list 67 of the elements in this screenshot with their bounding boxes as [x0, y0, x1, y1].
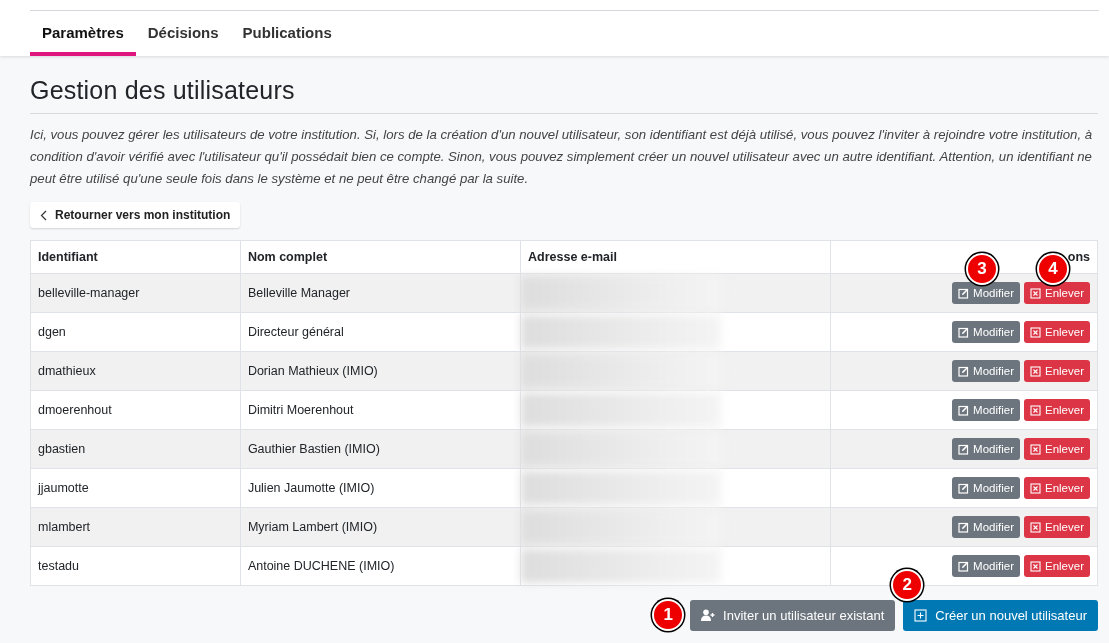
callout-badge: 1	[652, 599, 685, 631]
close-icon	[1030, 521, 1041, 533]
remove-button[interactable]: Enlever	[1024, 516, 1090, 538]
table-cell: belleville-manager	[38, 286, 140, 300]
edit-icon	[958, 404, 970, 416]
tab[interactable]: Décisions	[135, 11, 231, 56]
plus-square-icon	[914, 608, 928, 622]
table-cell: Julien Jaumotte (IMIO)	[247, 481, 375, 495]
table-cell: gbastien	[38, 442, 86, 456]
edit-button[interactable]: Modifier	[952, 516, 1020, 538]
edit-button[interactable]: Modifier	[952, 477, 1020, 499]
edit-button[interactable]: Modifier	[952, 438, 1020, 460]
remove-button[interactable]: Enlever	[1024, 438, 1090, 460]
edit-icon	[958, 560, 970, 572]
edit-button[interactable]: Modifier	[952, 282, 1020, 304]
add-user-icon	[701, 609, 716, 621]
column-header: Adresse e-mail	[528, 250, 617, 264]
table-cell: dmathieux	[38, 364, 96, 378]
remove-button[interactable]: Enlever	[1024, 399, 1090, 421]
edit-icon	[958, 482, 970, 494]
column-header: Identifiant	[38, 250, 98, 264]
close-icon	[1030, 326, 1041, 338]
edit-icon	[958, 326, 970, 338]
callout-badge: 3	[966, 253, 998, 285]
table-cell: testadu	[38, 559, 79, 573]
table-cell: dgen	[38, 325, 66, 339]
close-icon	[1030, 287, 1041, 299]
edit-icon	[958, 443, 970, 455]
remove-button[interactable]: Enlever	[1024, 321, 1090, 343]
table-cell: Belleville Manager	[247, 286, 350, 300]
tab[interactable]: Publications	[230, 11, 344, 56]
edit-button[interactable]: Modifier	[952, 360, 1020, 382]
remove-button[interactable]: Enlever	[1024, 282, 1090, 304]
table-cell: Myriam Lambert (IMIO)	[247, 520, 378, 534]
close-icon	[1030, 482, 1041, 494]
edit-button[interactable]: Modifier	[952, 555, 1020, 577]
edit-button[interactable]: Modifier	[952, 399, 1020, 421]
table-cell: Dorian Mathieux (IMIO)	[247, 364, 378, 378]
table-cell: Dimitri Moerenhout	[247, 403, 354, 417]
tab[interactable]: Paramètres	[30, 11, 136, 56]
invite-user-button[interactable]: Inviter un utilisateur existant	[690, 599, 896, 631]
table-cell: Antoine DUCHENE (IMIO)	[247, 559, 395, 573]
close-icon	[1030, 560, 1041, 572]
description-text: Ici, vous pouvez gérer les utilisateurs de votre institution. Si, lors de la création d'un nouvel utilisateur, son identifiant est déjà utilisé, vous pouvez l'inviter à rejoindre votre institution, à condition d'avoir vérifié avec l'utilisateur qu'il possédait bien ce compte. Sinon, vous pouvez simplement créer un nouvel utilisateur avec un autre identifiant. Attention, un identifiant ne peut être utilisé qu'une seule fois dans le système et ne peut être changé par la suite.	[30, 126, 1094, 188]
edit-button[interactable]: Modifier	[952, 321, 1020, 343]
close-icon	[1030, 443, 1041, 455]
page-title: Gestion des utilisateurs	[30, 76, 1098, 114]
edit-icon	[958, 287, 970, 299]
table-cell: Gauthier Bastien (IMIO)	[247, 442, 380, 456]
callout-badge: 4	[1037, 253, 1069, 285]
callout-badge: 2	[891, 569, 924, 601]
close-icon	[1030, 404, 1041, 416]
back-button[interactable]: Retourner vers mon institution	[30, 202, 241, 228]
column-header: ons	[1067, 250, 1090, 264]
chevron-left-icon	[40, 209, 47, 221]
column-header: Nom complet	[247, 250, 328, 264]
close-icon	[1030, 365, 1041, 377]
create-user-button[interactable]: Créer un nouvel utilisateur	[903, 599, 1098, 631]
table-cell: Directeur général	[247, 325, 344, 339]
remove-button[interactable]: Enlever	[1024, 360, 1090, 382]
table-cell: dmoerenhout	[38, 403, 112, 417]
table-cell: jjaumotte	[38, 481, 89, 495]
remove-button[interactable]: Enlever	[1024, 555, 1090, 577]
edit-icon	[958, 521, 970, 533]
table-cell: mlambert	[38, 520, 91, 534]
remove-button[interactable]: Enlever	[1024, 477, 1090, 499]
edit-icon	[958, 365, 970, 377]
